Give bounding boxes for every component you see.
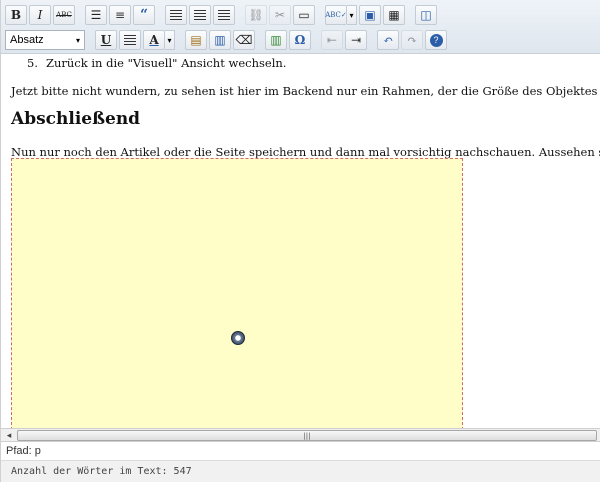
eraser-icon: ⌫ [235,33,253,47]
spellcheck-icon: ABC✓ [325,11,347,19]
unlink-icon: ✂ [274,8,286,22]
page-break-icon: ▭ [298,8,310,22]
text-color-button[interactable]: A [143,30,165,50]
list-item: 5. Zurück in die "Visuell" Ansicht wechse… [27,56,286,70]
paste-text-icon: ▤ [190,33,202,47]
justify-button[interactable] [119,30,141,50]
align-right-button[interactable] [213,5,235,25]
align-center-button[interactable] [189,5,211,25]
filmstrip-icon: ▥ [270,33,282,47]
format-select-value: Absatz [10,34,44,46]
help-button[interactable]: ? [425,30,447,50]
underline-icon: U [100,33,112,47]
text-color-dropdown[interactable]: ▾ [165,30,175,50]
italic-icon: I [37,8,43,22]
horizontal-scrollbar[interactable]: ◂ ||| [1,428,600,442]
bold-button[interactable]: B [5,5,27,25]
remove-format-button[interactable]: ⌫ [233,30,255,50]
paste-word-button[interactable]: ▥ [209,30,231,50]
numbered-list-icon: ≡ [114,8,126,22]
list-item-text: Zurück in die "Visuell" Ansicht wechseln… [45,56,287,70]
link-icon: ⛓ [248,8,264,22]
redo-icon: ↷ [406,33,418,47]
align-right-icon [218,10,230,20]
scroll-left-arrow-icon[interactable]: ◂ [3,430,15,441]
toolbar-row-2: Absatz ▾ U A ▾ ▤ ▥ ⌫ ▥ Ω ⇤ ⇥ ↶ ↷ ? [5,28,447,52]
align-left-button[interactable] [165,5,187,25]
align-center-icon [194,10,206,20]
toolbar-row-1: B I ABC ☰ ≡ “ ⛓ ✂ ▭ ABC✓ ▾ ▣ ▦ ◫ [5,3,437,27]
help-icon: ? [429,33,443,47]
blockquote-icon: “ [139,7,149,23]
align-left-icon [170,10,182,20]
dropdown-arrow-icon: ▾ [349,10,354,20]
bullet-list-button[interactable]: ☰ [85,5,107,25]
paste-word-icon: ▥ [214,33,226,47]
insert-link-button[interactable]: ⛓ [245,5,267,25]
show-kitchen-sink-button[interactable]: ▦ [383,5,405,25]
heading: Abschließend [11,109,141,129]
omega-icon: Ω [294,33,306,47]
underline-button[interactable]: U [95,30,117,50]
format-select[interactable]: Absatz ▾ [5,30,85,50]
media-icon: ◫ [420,8,432,22]
undo-icon: ↶ [382,33,394,47]
outdent-icon: ⇤ [326,33,338,47]
text-color-icon: A [149,33,159,47]
grip-icon: ||| [303,431,311,440]
paragraph: Jetzt bitte nicht wundern, zu sehen ist … [11,84,600,98]
indent-icon: ⇥ [350,33,362,47]
strikethrough-icon: ABC [56,11,72,19]
indent-button[interactable]: ⇥ [345,30,367,50]
word-count: Anzahl der Wörter im Text: 547 [1,460,600,482]
insert-media-filmstrip-button[interactable]: ▥ [265,30,287,50]
insert-more-button[interactable]: ▭ [293,5,315,25]
fullscreen-icon: ▣ [364,8,376,22]
scrollbar-thumb[interactable]: ||| [17,430,597,441]
dropdown-arrow-icon: ▾ [167,35,172,45]
insert-media-button[interactable]: ◫ [415,5,437,25]
element-path: Pfad: p [6,445,41,457]
spellcheck-dropdown[interactable]: ▾ [347,5,357,25]
undo-button[interactable]: ↶ [377,30,399,50]
italic-button[interactable]: I [29,5,51,25]
special-character-button[interactable]: Ω [289,30,311,50]
paragraph: Nun nur noch den Artikel oder die Seite … [11,145,600,159]
list-item-number: 5. [27,56,38,70]
bold-icon: B [10,8,22,22]
flash-icon [231,331,245,345]
bullet-list-icon: ☰ [90,8,102,22]
fullscreen-button[interactable]: ▣ [359,5,381,25]
justify-icon [124,35,136,45]
blockquote-button[interactable]: “ [133,5,155,25]
editor-content-area[interactable]: 5. Zurück in die "Visuell" Ansicht wechse… [1,54,600,428]
unlink-button[interactable]: ✂ [269,5,291,25]
kitchen-sink-icon: ▦ [388,8,400,22]
chevron-down-icon: ▾ [75,35,80,45]
editor-toolbar: B I ABC ☰ ≡ “ ⛓ ✂ ▭ ABC✓ ▾ ▣ ▦ ◫ Absatz [1,0,600,54]
spellcheck-button[interactable]: ABC✓ [325,5,347,25]
redo-button[interactable]: ↷ [401,30,423,50]
numbered-list-button[interactable]: ≡ [109,5,131,25]
flash-object-placeholder[interactable] [11,158,463,428]
outdent-button[interactable]: ⇤ [321,30,343,50]
paste-text-button[interactable]: ▤ [185,30,207,50]
wysiwyg-editor: B I ABC ☰ ≡ “ ⛓ ✂ ▭ ABC✓ ▾ ▣ ▦ ◫ Absatz [0,0,600,482]
strikethrough-button[interactable]: ABC [53,5,75,25]
